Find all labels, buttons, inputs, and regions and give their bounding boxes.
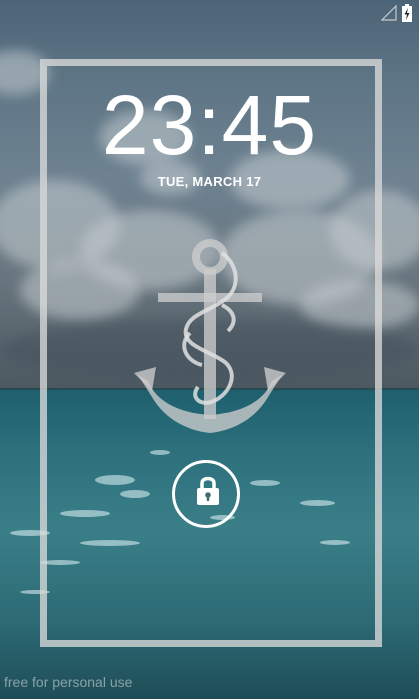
clock-time: 23:45 xyxy=(101,78,318,172)
clock-date: TUE, MARCH 17 xyxy=(157,174,262,189)
lock-screen: 23:45 TUE, MARCH 17 free for personal us… xyxy=(0,0,419,699)
signal-empty-icon xyxy=(381,5,397,21)
status-bar xyxy=(0,0,419,27)
anchor-icon xyxy=(134,239,286,433)
lock-icon xyxy=(197,476,219,505)
battery-charging-icon xyxy=(402,4,412,22)
watermark-text: free for personal use xyxy=(4,674,133,690)
